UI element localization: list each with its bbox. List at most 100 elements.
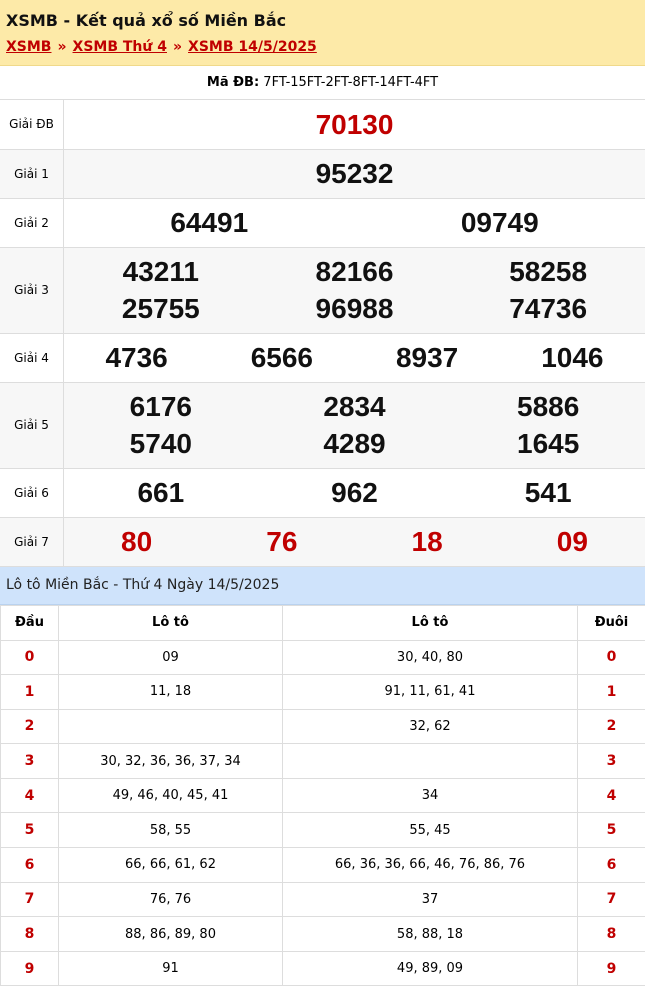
loto-left: 76, 76 — [59, 882, 283, 917]
loto-row: 111, 1891, 11, 61, 411 — [1, 675, 645, 710]
loto-tail: 5 — [578, 813, 645, 848]
loto-right: 37 — [283, 882, 578, 917]
loto-header-right: Lô tô — [283, 605, 578, 640]
loto-tail: 4 — [578, 778, 645, 813]
prize-number: 09 — [557, 523, 588, 560]
loto-left: 91 — [59, 951, 283, 986]
prize-number: 96988 — [316, 290, 394, 327]
loto-right: 58, 88, 18 — [283, 917, 578, 952]
loto-right: 32, 62 — [283, 709, 578, 744]
loto-right: 66, 36, 36, 66, 46, 76, 86, 76 — [283, 848, 578, 883]
breadcrumb-separator: » — [173, 39, 182, 55]
prize-number: 76 — [266, 523, 297, 560]
prize-number: 6566 — [251, 339, 313, 376]
loto-head: 3 — [1, 744, 59, 779]
prize-label: Giải 7 — [0, 517, 64, 566]
prize-number: 58258 — [509, 253, 587, 290]
loto-row: 449, 46, 40, 45, 41344 — [1, 778, 645, 813]
loto-head: 2 — [1, 709, 59, 744]
breadcrumb-xsmb-date[interactable]: XSMB 14/5/2025 — [188, 39, 317, 55]
loto-tail: 8 — [578, 917, 645, 952]
breadcrumb-xsmb[interactable]: XSMB — [6, 39, 51, 55]
loto-left: 88, 86, 89, 80 — [59, 917, 283, 952]
prize-label: Giải 6 — [0, 468, 64, 517]
loto-left — [59, 709, 283, 744]
breadcrumb-separator: » — [57, 39, 66, 55]
loto-header-dau: Đầu — [1, 605, 59, 640]
loto-left: 11, 18 — [59, 675, 283, 710]
prize-number: 25755 — [122, 290, 200, 327]
loto-row: 232, 622 — [1, 709, 645, 744]
loto-tail: 3 — [578, 744, 645, 779]
loto-left: 30, 32, 36, 36, 37, 34 — [59, 744, 283, 779]
prize-number: 43211 — [123, 253, 199, 290]
breadcrumb: XSMB » XSMB Thứ 4 » XSMB 14/5/2025 — [6, 38, 639, 56]
loto-left: 49, 46, 40, 45, 41 — [59, 778, 283, 813]
loto-left: 09 — [59, 640, 283, 675]
prize-numbers: 95232 — [64, 149, 645, 198]
prize-number: 661 — [137, 474, 184, 511]
loto-right — [283, 744, 578, 779]
prize-number: 541 — [525, 474, 572, 511]
prize-row: Giải 5617628345886574042891645 — [0, 382, 645, 468]
prize-row: Giải 1 95232 — [0, 149, 645, 198]
special-code-value: 7FT-15FT-2FT-8FT-14FT-4FT — [263, 75, 438, 90]
prize-row: Giải ĐB70130 — [0, 100, 645, 149]
prize-row: Giải 44736656689371046 — [0, 333, 645, 382]
loto-title: Lô tô Miền Bắc - Thứ 4 Ngày 14/5/2025 — [0, 567, 645, 605]
loto-head: 4 — [1, 778, 59, 813]
prize-number: 1645 — [517, 425, 579, 462]
prize-numbers: 661 962 541 — [64, 468, 645, 517]
prize-numbers: 617628345886574042891645 — [64, 382, 645, 468]
prize-number: 4289 — [323, 425, 385, 462]
prize-number: 80 — [121, 523, 152, 560]
loto-row: 776, 76377 — [1, 882, 645, 917]
loto-row: 330, 32, 36, 36, 37, 343 — [1, 744, 645, 779]
prize-numbers: 70130 — [64, 100, 645, 149]
loto-tail: 0 — [578, 640, 645, 675]
prize-label: Giải 5 — [0, 382, 64, 468]
prize-number: 95232 — [316, 155, 394, 192]
loto-head: 9 — [1, 951, 59, 986]
prize-number: 6176 — [130, 388, 192, 425]
loto-right: 55, 45 — [283, 813, 578, 848]
loto-header-left: Lô tô — [59, 605, 283, 640]
prize-label: Giải 4 — [0, 333, 64, 382]
special-code-row: Mã ĐB: 7FT-15FT-2FT-8FT-14FT-4FT — [0, 66, 645, 100]
prize-number: 64491 — [170, 204, 248, 241]
prize-number: 74736 — [509, 290, 587, 327]
loto-row: 558, 5555, 455 — [1, 813, 645, 848]
prize-numbers: 43211 82166 58258 25755 96988 74736 — [64, 247, 645, 333]
breadcrumb-xsmb-thu-4[interactable]: XSMB Thứ 4 — [73, 39, 167, 55]
prize-number: 8937 — [396, 339, 458, 376]
loto-left: 66, 66, 61, 62 — [59, 848, 283, 883]
prize-row: Giải 2 64491 09749 — [0, 198, 645, 247]
prize-number: 4736 — [105, 339, 167, 376]
loto-tail: 9 — [578, 951, 645, 986]
loto-right: 49, 89, 09 — [283, 951, 578, 986]
prize-label: Giải 3 — [0, 247, 64, 333]
prize-number: 09749 — [461, 204, 539, 241]
loto-head: 6 — [1, 848, 59, 883]
prize-numbers: 64491 09749 — [64, 198, 645, 247]
loto-table: Đầu Lô tô Lô tô Đuôi 00930, 40, 800111, … — [0, 605, 645, 986]
prize-label: Giải 2 — [0, 198, 64, 247]
loto-tail: 7 — [578, 882, 645, 917]
prize-label: Giải 1 — [0, 149, 64, 198]
prize-numbers: 80 76 18 09 — [64, 517, 645, 566]
loto-left: 58, 55 — [59, 813, 283, 848]
prize-number: 82166 — [316, 253, 394, 290]
loto-right: 34 — [283, 778, 578, 813]
loto-row: 00930, 40, 800 — [1, 640, 645, 675]
loto-tail: 6 — [578, 848, 645, 883]
loto-row: 99149, 89, 099 — [1, 951, 645, 986]
loto-head: 1 — [1, 675, 59, 710]
loto-right: 91, 11, 61, 41 — [283, 675, 578, 710]
prize-number: 962 — [331, 474, 378, 511]
page-header: XSMB - Kết quả xổ số Miền Bắc XSMB»XSMB … — [0, 0, 645, 66]
prize-number: 5740 — [130, 425, 192, 462]
loto-tail: 2 — [578, 709, 645, 744]
prize-number: 18 — [412, 523, 443, 560]
loto-head: 0 — [1, 640, 59, 675]
loto-header-duoi: Đuôi — [578, 605, 645, 640]
